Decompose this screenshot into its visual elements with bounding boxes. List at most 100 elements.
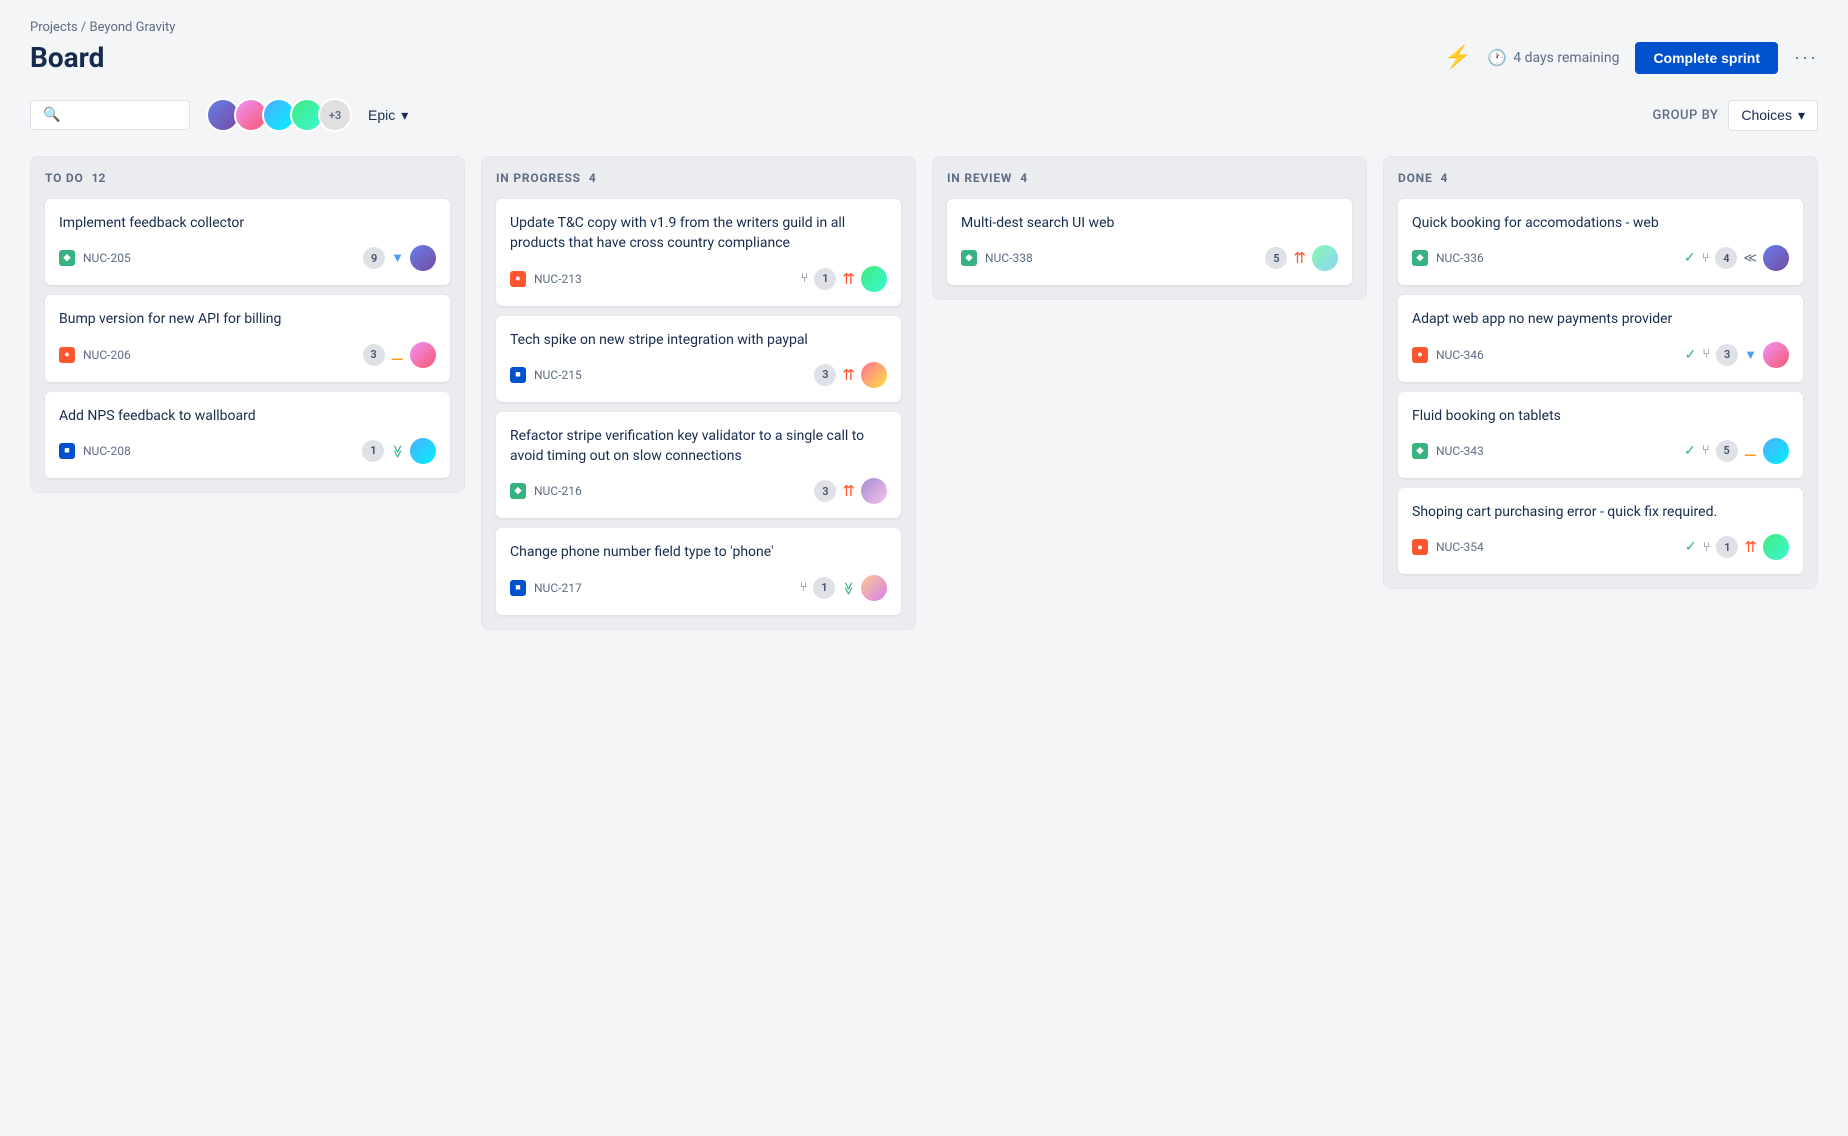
user-avatars[interactable]: +3 [206,98,352,132]
card-footer: ■ NUC-215 3 ⇈ [510,362,887,388]
card[interactable]: Tech spike on new stripe integration wit… [496,316,901,402]
card[interactable]: Change phone number field type to 'phone… [496,528,901,614]
branch-icon: ⑂ [800,580,808,595]
priority-icon: ≫ [841,580,855,596]
issue-id: NUC-346 [1436,348,1484,362]
avatar-more[interactable]: +3 [318,98,352,132]
breadcrumb: Projects / Beyond Gravity [30,20,1818,35]
card-footer: ◆ NUC-338 5 ⇈ [961,245,1338,271]
card[interactable]: Update T&C copy with v1.9 from the write… [496,199,901,306]
card-avatar [1763,245,1789,271]
card-meta-right: 5 ⇈ [1265,245,1338,271]
priority-icon: ⚊ [391,346,404,364]
page-container: Projects / Beyond Gravity Board ⚡ 🕐 4 da… [0,0,1848,650]
card-title: Implement feedback collector [59,213,436,233]
card-title: Update T&C copy with v1.9 from the write… [510,213,887,254]
card-meta-left: ■ NUC-217 [510,580,582,596]
count-badge: 1 [1716,536,1738,558]
count-badge: 4 [1715,247,1737,269]
card-meta-right: ✓ ⑂ 5 ⚊ [1684,438,1789,464]
card-title: Bump version for new API for billing [59,309,436,329]
column-header-inreview: IN REVIEW 4 [947,171,1352,185]
priority-icon: ⇈ [842,270,855,288]
card-meta-right: ✓ ⑂ 3 ▼ [1685,342,1789,368]
page-header: Board ⚡ 🕐 4 days remaining Complete spri… [30,41,1818,74]
column-header-inprogress: IN PROGRESS 4 [496,171,901,185]
done-check-icon: ✓ [1685,539,1697,555]
board: TO DO 12 Implement feedback collector ◆ … [30,156,1818,630]
column-count-done: 4 [1441,171,1448,185]
card[interactable]: Multi-dest search UI web ◆ NUC-338 5 ⇈ [947,199,1352,285]
issue-id: NUC-208 [83,444,131,458]
priority-icon: ⇈ [842,366,855,384]
card-meta-left: ● NUC-346 [1412,347,1484,363]
card-avatar [861,362,887,388]
lightning-icon[interactable]: ⚡ [1444,45,1471,70]
search-box[interactable]: 🔍 [30,100,190,130]
card[interactable]: Implement feedback collector ◆ NUC-205 9… [45,199,450,285]
count-badge: 3 [814,364,836,386]
card-title: Add NPS feedback to wallboard [59,406,436,426]
column-title-done: DONE [1398,171,1433,185]
count-badge: 1 [813,577,835,599]
card[interactable]: Refactor stripe verification key validat… [496,412,901,519]
issue-id: NUC-216 [534,484,582,498]
task-icon: ■ [510,367,526,383]
card[interactable]: Bump version for new API for billing ● N… [45,295,450,381]
card-meta-right: ⑂ 1 ⇈ [801,266,887,292]
story-icon: ◆ [1412,250,1428,266]
card-meta-right: ✓ ⑂ 4 ≪ [1684,245,1789,271]
task-icon: ■ [59,443,75,459]
card-meta-right: 1 ≫ [362,438,436,464]
epic-chevron-icon: ▾ [401,107,408,124]
bug-icon: ● [1412,539,1428,555]
priority-icon: ⇈ [1744,538,1757,556]
card-footer: ● NUC-354 ✓ ⑂ 1 ⇈ [1412,534,1789,560]
card-footer: ◆ NUC-343 ✓ ⑂ 5 ⚊ [1412,438,1789,464]
story-icon: ◆ [59,250,75,266]
group-by-section: GROUP BY Choices ▾ [1653,100,1818,131]
card[interactable]: Adapt web app no new payments provider ●… [1398,295,1803,381]
column-done: DONE 4 Quick booking for accomodations -… [1383,156,1818,589]
card-meta-right: ⑂ 1 ≫ [800,575,887,601]
branch-icon: ⑂ [1702,443,1710,458]
story-icon: ◆ [510,483,526,499]
complete-sprint-button[interactable]: Complete sprint [1635,42,1778,74]
card[interactable]: Add NPS feedback to wallboard ■ NUC-208 … [45,392,450,478]
choices-dropdown[interactable]: Choices ▾ [1728,100,1818,131]
card-footer: ◆ NUC-205 9 ▼ [59,245,436,271]
card[interactable]: Fluid booking on tablets ◆ NUC-343 ✓ ⑂ 5… [1398,392,1803,478]
column-header-todo: TO DO 12 [45,171,450,185]
card-meta-left: ◆ NUC-343 [1412,443,1484,459]
card-meta-left: ● NUC-354 [1412,539,1484,555]
card[interactable]: Shoping cart purchasing error - quick fi… [1398,488,1803,574]
card-avatar [1763,534,1789,560]
card-title: Tech spike on new stripe integration wit… [510,330,887,350]
search-input[interactable] [68,107,177,123]
card[interactable]: Quick booking for accomodations - web ◆ … [1398,199,1803,285]
count-badge: 5 [1716,440,1738,462]
card-title: Change phone number field type to 'phone… [510,542,887,562]
issue-id: NUC-206 [83,348,131,362]
card-avatar [861,266,887,292]
count-badge: 1 [814,268,836,290]
card-footer: ● NUC-206 3 ⚊ [59,342,436,368]
card-title: Shoping cart purchasing error - quick fi… [1412,502,1789,522]
toolbar-left: 🔍 +3 Epic ▾ [30,98,408,132]
priority-icon: ⇈ [842,482,855,500]
story-icon: ◆ [1412,443,1428,459]
issue-id: NUC-213 [534,272,582,286]
priority-icon: ▼ [1744,347,1757,363]
card-avatar [410,245,436,271]
column-header-done: DONE 4 [1398,171,1803,185]
card-meta-left: ■ NUC-208 [59,443,131,459]
issue-id: NUC-354 [1436,540,1484,554]
epic-dropdown[interactable]: Epic ▾ [368,107,408,124]
more-options-button[interactable]: ··· [1794,47,1818,68]
count-badge: 5 [1265,247,1287,269]
toolbar: 🔍 +3 Epic ▾ GROUP BY Choices ▾ [30,98,1818,132]
priority-icon: ⇈ [1293,249,1306,267]
priority-icon: ⚊ [1744,442,1757,460]
epic-label: Epic [368,107,395,123]
card-avatar [1763,342,1789,368]
